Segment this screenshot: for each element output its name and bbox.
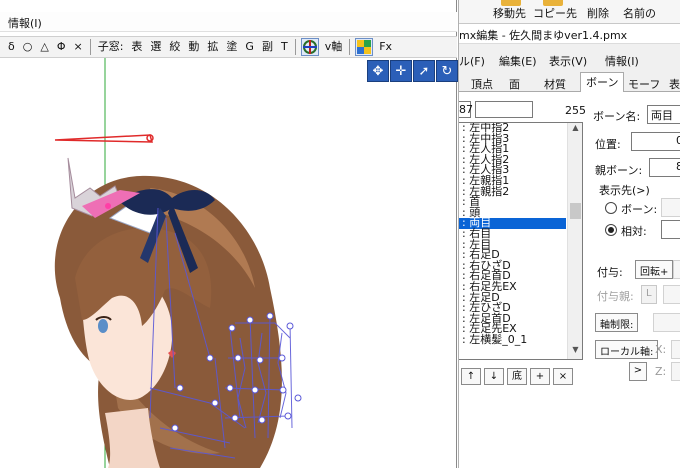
local-axis-button[interactable]: ローカル軸: [595, 340, 659, 359]
bone-name-label: ボーン名: [593, 110, 641, 123]
axis-x-field[interactable] [671, 340, 680, 359]
radio-relative-label: 相対: [621, 225, 647, 238]
radio-bone-label: ボーン: [621, 203, 658, 216]
bone-panel: 87 255 : 左中指2 : 左中指3 : 左人指1 : 左人指2 : 左人指… [459, 92, 680, 468]
display-to-label: 表示先(>) [599, 184, 650, 197]
viewport-menubar: 情報(I) [0, 12, 457, 32]
editor-menubar: ル(F) 編集(E) 表示(V) 情報(I) [459, 50, 680, 70]
position-label: 位置: [595, 138, 621, 151]
list-item[interactable]: : 左横髪_0_1 [459, 334, 566, 346]
menu-file[interactable]: ル(F) [459, 53, 485, 69]
move-dest-button[interactable]: 移動先 [493, 5, 526, 21]
grant-label: 付与: [597, 266, 623, 279]
move-down-button[interactable]: ↓ [484, 368, 504, 385]
menu-edit[interactable]: 編集(E) [499, 53, 537, 69]
x-button[interactable]: × [70, 38, 85, 56]
triangle-button[interactable]: △ [37, 38, 51, 56]
name-button[interactable]: 名前の [623, 5, 656, 21]
axis-x-label: X: [655, 343, 667, 356]
move-up-button[interactable]: ↑ [461, 368, 481, 385]
toolbar-item-hyo[interactable]: 表 [128, 38, 145, 56]
grant-parent-label: 付与親: [597, 290, 634, 303]
grid-icon[interactable] [355, 38, 374, 56]
radio-bone[interactable] [605, 202, 617, 214]
toolbar-item-fuku[interactable]: 副 [259, 38, 276, 56]
tab-face[interactable]: 面 [503, 74, 526, 92]
grant-move-button[interactable] [673, 260, 680, 279]
toolbar-item-sen[interactable]: 選 [147, 38, 164, 56]
tab-morph[interactable]: モーフ [622, 74, 666, 92]
grant-parent-button[interactable]: L [641, 285, 657, 304]
copy-dest-button[interactable]: コピー先 [533, 5, 577, 21]
relative-field[interactable] [661, 220, 680, 239]
toolbar-divider [294, 39, 296, 55]
menu-view[interactable]: 表示(V) [549, 53, 587, 69]
axis-gizmo-icon[interactable] [300, 38, 319, 56]
bone-list[interactable]: : 左中指2 : 左中指3 : 左人指1 : 左人指2 : 左人指3 : 左親指… [459, 122, 583, 360]
window-title: mx編集 - 佐久間まゆver1.4.pmx [459, 24, 680, 44]
expand-button[interactable]: > [629, 362, 647, 381]
axis-z-label: Z: [655, 365, 667, 378]
toolbar-item-g[interactable]: G [242, 38, 257, 56]
viewport-toolbar: δ ○ △ Φ × 子窓: 表 選 絞 動 拡 塗 G 副 T v軸 Fx [0, 36, 457, 58]
position-x-field[interactable]: 0 [631, 132, 680, 151]
fx-button[interactable]: Fx [376, 38, 395, 56]
parent-bone-label: 親ボーン: [595, 164, 643, 177]
toolbar-item-shibo[interactable]: 絞 [166, 38, 183, 56]
list-scrollbar[interactable]: ▲ ▼ [567, 123, 582, 359]
move-bottom-button[interactable]: 底 [507, 368, 527, 385]
toolbar-item-t[interactable]: T [278, 38, 291, 56]
bone-index-field[interactable]: 87 [459, 101, 473, 118]
menu-info[interactable]: 情報(I) [8, 15, 42, 31]
grant-rotate-button[interactable]: 回転+ [635, 260, 674, 279]
circle-button[interactable]: ○ [20, 38, 36, 56]
scroll-up-icon[interactable]: ▲ [568, 123, 582, 137]
grant-parent-field[interactable] [663, 285, 680, 304]
child-window-label: 子窓: [97, 40, 124, 53]
toolbar-divider [349, 39, 351, 55]
toolbar-item-nuri[interactable]: 塗 [223, 38, 240, 56]
delta-button[interactable]: δ [5, 38, 18, 56]
eye [98, 319, 108, 333]
bone-indicator [54, 134, 154, 143]
delete-button[interactable]: 削除 [587, 5, 609, 21]
add-bone-button[interactable]: + [530, 368, 550, 385]
tab-bone[interactable]: ボーン [580, 72, 625, 93]
v-axis-button[interactable]: v軸 [322, 38, 346, 56]
axis-z-field[interactable] [671, 362, 680, 381]
list-buttons: ↑ ↓ 底 + × [461, 368, 573, 385]
bone-search-input[interactable] [475, 101, 533, 118]
parent-bone-field[interactable]: 8 [649, 158, 680, 177]
toolbar-divider [89, 39, 91, 55]
scroll-thumb[interactable] [570, 203, 581, 219]
radio-relative[interactable] [605, 224, 617, 236]
viewport-window: 情報(I) δ ○ △ Φ × 子窓: 表 選 絞 動 拡 塗 G 副 T v軸 [0, 0, 458, 468]
editor-tabs: 頂点 面 材質 ボーン モーフ 表示 [459, 72, 680, 107]
toolbar-item-kaku[interactable]: 拡 [204, 38, 221, 56]
bone-name-field[interactable]: 両目 [647, 105, 680, 124]
bone-count: 255 [565, 104, 586, 117]
tab-vertex[interactable]: 頂点 [465, 74, 499, 92]
fixed-axis-button[interactable]: 軸制限: [595, 313, 639, 332]
phi-button[interactable]: Φ [54, 38, 69, 56]
pmx-editor-window: 移動先 コピー先 削除 名前の mx編集 - 佐久間まゆver1.4.pmx ル… [458, 0, 680, 468]
delete-bone-button[interactable]: × [553, 368, 573, 385]
background-toolbar: 移動先 コピー先 削除 名前の [459, 0, 680, 24]
toolbar-item-do[interactable]: 動 [185, 38, 202, 56]
tab-display[interactable]: 表示 [663, 74, 680, 107]
scroll-down-icon[interactable]: ▼ [568, 345, 582, 359]
display-bone-field[interactable] [661, 198, 680, 217]
menu-info[interactable]: 情報(I) [605, 53, 639, 69]
model-viewport[interactable] [0, 58, 457, 468]
tab-material[interactable]: 材質 [538, 74, 572, 92]
fixed-axis-field[interactable] [653, 313, 680, 332]
